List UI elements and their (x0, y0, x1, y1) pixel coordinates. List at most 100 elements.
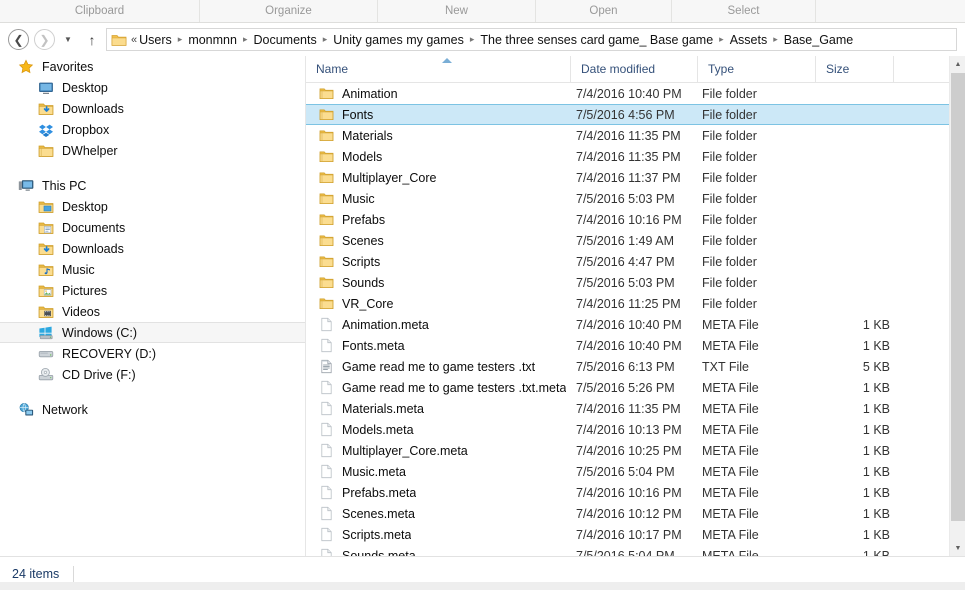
file-type-cell: File folder (702, 191, 757, 206)
vertical-scrollbar[interactable]: ▲ ▼ (949, 56, 965, 556)
sidebar-root-favorites[interactable]: Favorites (0, 56, 305, 77)
file-row[interactable]: Prefabs.meta 7/4/2016 10:16 PM META File 1 … (306, 482, 965, 503)
column-header-date-modified[interactable]: Date modified (571, 56, 698, 82)
file-size-cell: 1 KB (862, 506, 890, 521)
file-icon (319, 485, 334, 500)
file-date-cell: 7/4/2016 10:17 PM (576, 527, 682, 542)
folder-icon (319, 191, 334, 206)
file-type-cell: File folder (702, 128, 757, 143)
scrollbar-thumb[interactable] (951, 73, 965, 521)
file-name-cell: Fonts.meta (319, 338, 405, 353)
file-row[interactable]: Multiplayer_Core 7/4/2016 11:37 PM File fo… (306, 167, 965, 188)
folder-icon (319, 296, 334, 311)
folder-icon (319, 212, 334, 227)
column-header-type[interactable]: Type (698, 56, 816, 82)
file-type-cell: File folder (702, 149, 757, 164)
breadcrumb-overflow-chevron[interactable]: « (131, 34, 139, 46)
file-row[interactable]: Game read me to game testers .txt.meta 7/… (306, 377, 965, 398)
file-row[interactable]: Fonts.meta 7/4/2016 10:40 PM META File 1 KB (306, 335, 965, 356)
sidebar-item-dwhelper[interactable]: DWhelper (0, 140, 305, 161)
file-name-cell: Multiplayer_Core.meta (319, 443, 468, 458)
file-row[interactable]: Animation 7/4/2016 10:40 PM File folder (306, 83, 965, 104)
file-date-cell: 7/4/2016 10:12 PM (576, 506, 682, 521)
folder-icon (38, 143, 55, 159)
file-icon (319, 464, 334, 479)
sidebar-item-label: DWhelper (62, 143, 118, 158)
file-name-label: Fonts (342, 107, 374, 122)
breadcrumb-separator-icon: ▸ (242, 34, 248, 44)
sidebar-item-recovery-d-[interactable]: RECOVERY (D:) (0, 343, 305, 364)
sidebar-item-label: Windows (C:) (62, 325, 138, 340)
column-header-name[interactable]: Name (306, 56, 571, 82)
column-header-size[interactable]: Size (816, 56, 894, 82)
up-arrow-icon[interactable]: ↑ (84, 31, 100, 48)
file-name-cell: Scenes.meta (319, 506, 415, 521)
breadcrumb-item[interactable]: Documents (253, 33, 316, 47)
sidebar-item-label: Pictures (62, 283, 108, 298)
file-icon (319, 401, 334, 416)
breadcrumb-item[interactable]: Unity games my games (333, 33, 464, 47)
sidebar-item-windows-c-[interactable]: Windows (C:) (0, 322, 305, 343)
scroll-down-icon[interactable]: ▼ (950, 540, 965, 556)
sidebar-item-desktop[interactable]: Desktop (0, 77, 305, 98)
file-row[interactable]: Scenes.meta 7/4/2016 10:12 PM META File 1 K… (306, 503, 965, 524)
file-name-cell: Animation (319, 86, 398, 101)
file-row[interactable]: Prefabs 7/4/2016 10:16 PM File folder (306, 209, 965, 230)
file-row[interactable]: Multiplayer_Core.meta 7/4/2016 10:25 PM ME… (306, 440, 965, 461)
forward-arrow-icon[interactable]: ❯ (34, 29, 55, 50)
file-name-label: Prefabs.meta (342, 485, 417, 500)
file-rows-viewport[interactable]: Animation 7/4/2016 10:40 PM File folder Fon… (306, 83, 965, 556)
file-name-cell: Sounds.meta (319, 548, 416, 556)
sidebar-item-videos[interactable]: Videos (0, 301, 305, 322)
sidebar-item-cd-drive-f-[interactable]: CD Drive (F:) (0, 364, 305, 385)
file-row[interactable]: Scripts 7/5/2016 4:47 PM File folder (306, 251, 965, 272)
file-row[interactable]: Music.meta 7/5/2016 5:04 PM META File 1 KB (306, 461, 965, 482)
sidebar-item-downloads[interactable]: Downloads (0, 238, 305, 259)
scroll-up-icon[interactable]: ▲ (950, 56, 965, 72)
sidebar-item-desktop[interactable]: Desktop (0, 196, 305, 217)
back-arrow-icon[interactable]: ❮ (8, 29, 29, 50)
breadcrumb-item[interactable]: Users (139, 33, 172, 47)
sidebar-item-documents[interactable]: Documents (0, 217, 305, 238)
file-name-label: Sounds.meta (342, 548, 416, 557)
file-icon (319, 317, 334, 332)
file-row[interactable]: Animation.meta 7/4/2016 10:40 PM META File… (306, 314, 965, 335)
file-name-label: Scenes.meta (342, 506, 415, 521)
address-bar[interactable]: « Users ▸ monmnn ▸ Documents ▸ Unity games my … (106, 28, 957, 51)
breadcrumb-item[interactable]: monmnn (188, 33, 237, 47)
file-row[interactable]: Scripts.meta 7/4/2016 10:17 PM META File 1 … (306, 524, 965, 545)
file-row[interactable]: Models.meta 7/4/2016 10:13 PM META File 1 K… (306, 419, 965, 440)
sidebar-item-music[interactable]: Music (0, 259, 305, 280)
file-date-cell: 7/5/2016 5:04 PM (576, 464, 675, 479)
file-date-cell: 7/4/2016 10:25 PM (576, 443, 682, 458)
file-name-cell: Materials (319, 128, 393, 143)
music-folder-icon (38, 262, 55, 278)
breadcrumb-item[interactable]: Base_Game (784, 33, 853, 47)
file-row[interactable]: Sounds 7/5/2016 5:03 PM File folder (306, 272, 965, 293)
file-size-cell: 1 KB (862, 317, 890, 332)
file-date-cell: 7/4/2016 10:40 PM (576, 86, 682, 101)
file-icon (319, 548, 334, 556)
sidebar-item-pictures[interactable]: Pictures (0, 280, 305, 301)
file-row[interactable]: Materials.meta 7/4/2016 11:35 PM META File… (306, 398, 965, 419)
sidebar-item-downloads[interactable]: Downloads (0, 98, 305, 119)
file-row[interactable]: Models 7/4/2016 11:35 PM File folder (306, 146, 965, 167)
breadcrumb-item[interactable]: The three senses card game_ Base game (480, 33, 713, 47)
text-file-icon (319, 359, 334, 374)
file-row[interactable]: VR_Core 7/4/2016 11:25 PM File folder (306, 293, 965, 314)
file-date-cell: 7/5/2016 6:13 PM (576, 359, 675, 374)
file-row[interactable]: Materials 7/4/2016 11:35 PM File folder (306, 125, 965, 146)
sidebar-root-network[interactable]: Network (0, 399, 305, 420)
file-row[interactable]: Sounds.meta 7/5/2016 5:04 PM META File 1 KB (306, 545, 965, 556)
file-type-cell: File folder (702, 107, 757, 122)
ribbon-group-open: Open (536, 0, 672, 22)
file-row[interactable]: Music 7/5/2016 5:03 PM File folder (306, 188, 965, 209)
sidebar-root-this-pc[interactable]: This PC (0, 175, 305, 196)
breadcrumb-item[interactable]: Assets (730, 33, 768, 47)
file-type-cell: File folder (702, 254, 757, 269)
sidebar-item-dropbox[interactable]: Dropbox (0, 119, 305, 140)
chevron-down-icon[interactable]: ▼ (62, 34, 74, 45)
file-row[interactable]: Scenes 7/5/2016 1:49 AM File folder (306, 230, 965, 251)
file-row[interactable]: Fonts 7/5/2016 4:56 PM File folder (306, 104, 965, 125)
file-row[interactable]: Game read me to game testers .txt 7/5/201… (306, 356, 965, 377)
